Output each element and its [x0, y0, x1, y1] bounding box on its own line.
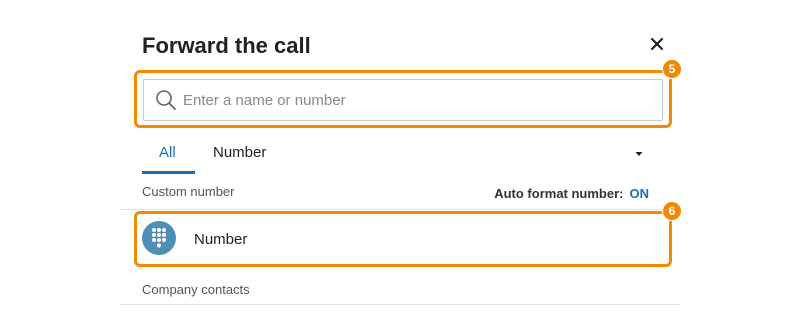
auto-format-toggle[interactable]: ON [630, 186, 650, 201]
auto-format-setting: Auto format number: ON [494, 186, 649, 201]
divider [120, 304, 680, 305]
dialpad-avatar [142, 221, 176, 255]
divider [120, 209, 680, 210]
tab-all[interactable]: All [159, 144, 176, 161]
caret-down-icon[interactable] [634, 149, 644, 159]
section-label-company-contacts: Company contacts [142, 282, 250, 297]
custom-number-label: Number [194, 231, 248, 248]
forward-call-dialog: Forward the call 5 All Number Custom num… [0, 0, 800, 328]
active-tab-indicator [142, 171, 195, 174]
dialog-title: Forward the call [142, 33, 311, 58]
search-box[interactable] [143, 79, 663, 121]
section-label-custom-number: Custom number [142, 184, 235, 199]
search-icon [156, 90, 176, 110]
auto-format-label: Auto format number: [494, 186, 624, 201]
close-icon [650, 37, 664, 51]
callout-badge-5: 5 [662, 59, 682, 79]
tab-number[interactable]: Number [213, 144, 266, 161]
search-input[interactable] [183, 91, 643, 109]
close-button[interactable] [646, 31, 668, 55]
custom-number-row[interactable]: Number [140, 213, 667, 263]
filter-tabs: All Number [142, 136, 652, 174]
dialpad-icon [152, 228, 166, 248]
